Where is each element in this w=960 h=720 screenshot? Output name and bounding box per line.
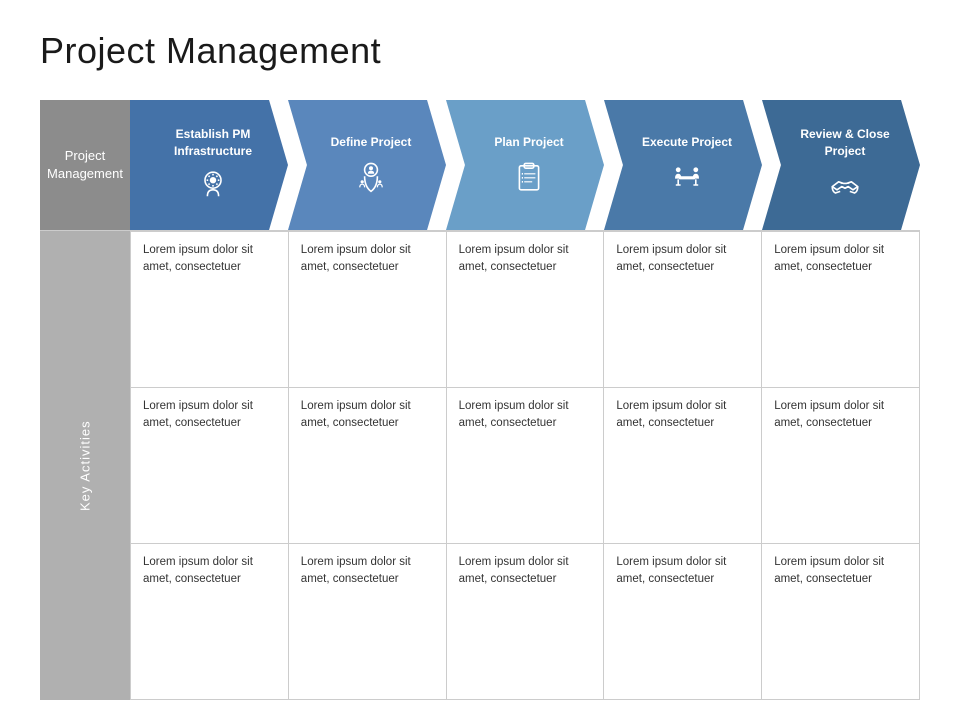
cell-1-1: Lorem ipsum dolor sit amet, consectetuer [130, 232, 288, 387]
phase-label-2: Define Project [331, 134, 412, 150]
page-container: Project Management Project Management Es… [0, 0, 960, 720]
phase-define: Define Project [288, 100, 446, 230]
arrow-shape-3: Plan Project [446, 100, 604, 230]
cell-2-2: Lorem ipsum dolor sit amet, consectetuer [288, 388, 446, 543]
cell-1-4: Lorem ipsum dolor sit amet, consectetuer [603, 232, 761, 387]
phase-label-3: Plan Project [494, 134, 563, 150]
arrow-shape-4: Execute Project [604, 100, 762, 230]
phase-label-4: Execute Project [642, 134, 732, 150]
phase-label-1: Establish PM Infrastructure [148, 126, 278, 158]
grid-row-1: Lorem ipsum dolor sit amet, consectetuer… [130, 231, 920, 387]
cell-3-5: Lorem ipsum dolor sit amet, consectetuer [761, 544, 920, 699]
cell-1-2: Lorem ipsum dolor sit amet, consectetuer [288, 232, 446, 387]
phase-label-5: Review & Close Project [780, 126, 910, 158]
grid-row-3: Lorem ipsum dolor sit amet, consectetuer… [130, 543, 920, 700]
arrow-shape-5: Review & Close Project [762, 100, 920, 230]
grid-container: Lorem ipsum dolor sit amet, consectetuer… [130, 231, 920, 700]
cell-3-3: Lorem ipsum dolor sit amet, consectetuer [446, 544, 604, 699]
checklist-icon [513, 161, 545, 200]
table-section: Key Activities Lorem ipsum dolor sit ame… [40, 231, 920, 700]
grid-row-2: Lorem ipsum dolor sit amet, consectetuer… [130, 387, 920, 543]
handshake-icon [829, 169, 861, 208]
phase-review: Review & Close Project [762, 100, 920, 230]
cell-2-3: Lorem ipsum dolor sit amet, consectetuer [446, 388, 604, 543]
phase-execute: Execute Project [604, 100, 762, 230]
cell-2-4: Lorem ipsum dolor sit amet, consectetuer [603, 388, 761, 543]
cell-2-1: Lorem ipsum dolor sit amet, consectetuer [130, 388, 288, 543]
cell-3-4: Lorem ipsum dolor sit amet, consectetuer [603, 544, 761, 699]
cell-2-5: Lorem ipsum dolor sit amet, consectetuer [761, 388, 920, 543]
gear-head-icon [197, 169, 229, 208]
phase-establish: Establish PM Infrastructure [130, 100, 288, 230]
cell-3-1: Lorem ipsum dolor sit amet, consectetuer [130, 544, 288, 699]
arrow-shape-1: Establish PM Infrastructure [130, 100, 288, 230]
phase-plan: Plan Project [446, 100, 604, 230]
people-pin-icon [355, 161, 387, 200]
page-title: Project Management [40, 30, 920, 72]
pm-label: Project Management [40, 100, 130, 230]
diagram-section: Project Management Establish PM Infrastr… [40, 100, 920, 230]
cell-1-3: Lorem ipsum dolor sit amet, consectetuer [446, 232, 604, 387]
arrow-shape-2: Define Project [288, 100, 446, 230]
ka-label: Key Activities [40, 231, 130, 700]
arrows-row: Establish PM Infrastructure [130, 100, 920, 230]
cell-1-5: Lorem ipsum dolor sit amet, consectetuer [761, 232, 920, 387]
meeting-icon [671, 161, 703, 200]
cell-3-2: Lorem ipsum dolor sit amet, consectetuer [288, 544, 446, 699]
